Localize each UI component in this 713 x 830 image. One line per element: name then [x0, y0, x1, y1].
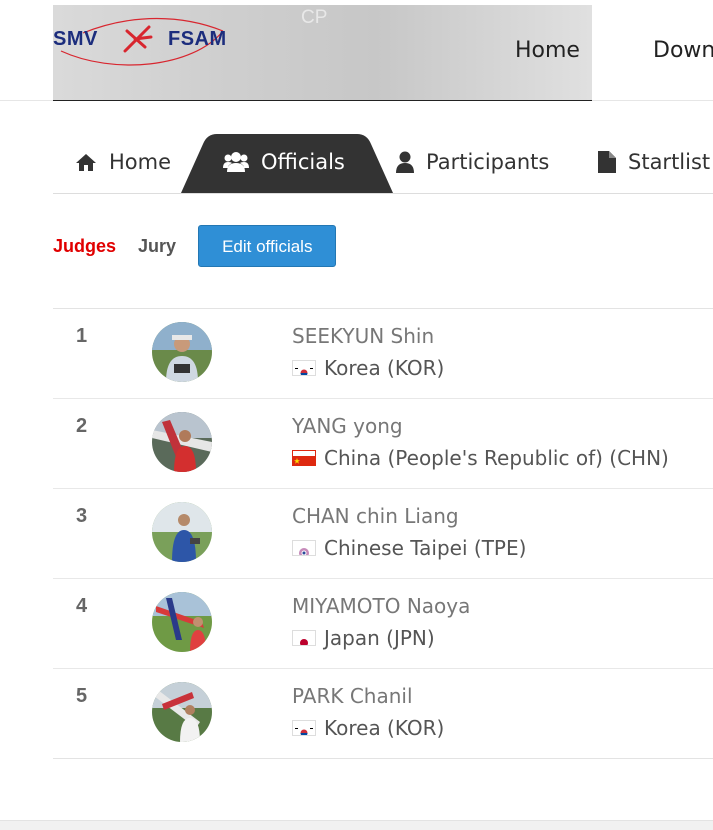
official-row: 3 CHAN chin Liang Chinese Taipei (TPE) [53, 489, 713, 579]
logo-fsam-text: FSAM [168, 28, 227, 50]
official-country-label: Japan (JPN) [324, 626, 435, 650]
avatar [152, 412, 212, 472]
official-row: 2 YANG yong China (People's Republic of)… [53, 399, 713, 489]
official-row: 5 PARK Chanil Korea (KOR) [53, 669, 713, 758]
logo-smv-text: SMV [53, 28, 98, 50]
official-country: Korea (KOR) [292, 356, 444, 380]
official-country: Japan (JPN) [292, 626, 435, 650]
tab-startlist-label: Startlist [628, 150, 711, 174]
china-flag-icon [292, 450, 316, 466]
official-country: Korea (KOR) [292, 716, 444, 740]
tab-officials[interactable]: Officials [223, 131, 345, 193]
tab-home[interactable]: Home [75, 131, 171, 193]
official-country: Chinese Taipei (TPE) [292, 536, 526, 560]
topnav-home[interactable]: Home [515, 38, 580, 63]
official-country-label: Korea (KOR) [324, 716, 445, 740]
official-name: MIYAMOTO Naoya [292, 594, 471, 618]
tab-home-label: Home [109, 150, 172, 174]
jury-link[interactable]: Jury [138, 236, 176, 257]
edit-officials-button[interactable]: Edit officials [198, 225, 337, 267]
official-name: CHAN chin Liang [292, 504, 459, 528]
official-rank: 2 [76, 415, 88, 437]
avatar [152, 592, 212, 652]
officials-subnav: Judges Jury Edit officials [53, 224, 337, 268]
official-country-label: China (People's Republic of) (CHN) [324, 446, 669, 470]
header-banner: CP SMV FSAM [53, 5, 592, 101]
tab-startlist[interactable]: Startlist [598, 131, 710, 193]
judges-link[interactable]: Judges [53, 236, 116, 257]
official-row: 4 MIYAMOTO Naoya Japan (JPN) [53, 579, 713, 669]
official-rank: 3 [76, 505, 88, 527]
user-icon [396, 151, 414, 173]
topnav-download[interactable]: Down [653, 38, 713, 63]
official-row: 1 SEEKYUN Shin Korea (KOR) [53, 309, 713, 399]
official-rank: 4 [76, 595, 88, 617]
avatar [152, 502, 212, 562]
avatar [152, 322, 212, 382]
official-country-label: Korea (KOR) [324, 356, 445, 380]
official-rank: 1 [76, 325, 88, 347]
official-country-label: Chinese Taipei (TPE) [324, 536, 527, 560]
chinese-taipei-flag-icon [292, 540, 316, 556]
official-tabs: Home Officials Participants Startlist [53, 131, 713, 194]
official-name: YANG yong [292, 414, 403, 438]
officials-list: 1 SEEKYUN Shin Korea (KOR) 2 YANG yong C… [53, 308, 713, 759]
site-logo[interactable]: SMV FSAM [53, 13, 233, 67]
official-rank: 5 [76, 685, 88, 707]
users-icon [223, 152, 249, 172]
tab-participants[interactable]: Participants [396, 131, 549, 193]
korea-flag-icon [292, 360, 316, 376]
official-country: China (People's Republic of) (CHN) [292, 446, 669, 470]
tab-participants-label: Participants [426, 150, 550, 174]
file-icon [598, 151, 616, 173]
japan-flag-icon [292, 630, 316, 646]
home-icon [76, 154, 96, 171]
tab-officials-label: Officials [261, 150, 345, 174]
site-header: CP SMV FSAM Home Down [0, 0, 713, 101]
korea-flag-icon [292, 720, 316, 736]
official-name: PARK Chanil [292, 684, 413, 708]
banner-ghost-text: CP [301, 7, 328, 28]
avatar [152, 682, 212, 742]
official-name: SEEKYUN Shin [292, 324, 435, 348]
